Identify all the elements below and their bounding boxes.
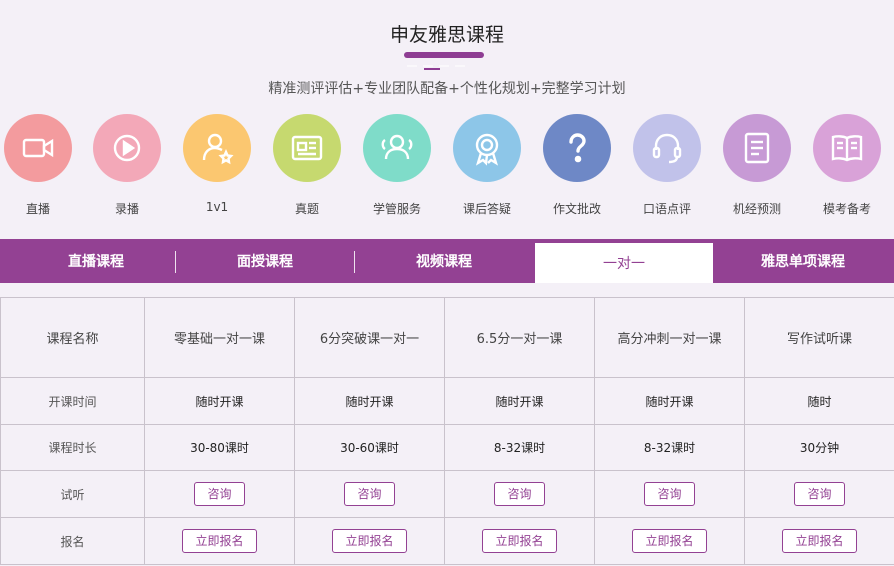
consult-button[interactable]: 咨询 bbox=[794, 482, 845, 506]
table-cell: 立即报名 bbox=[444, 517, 595, 565]
feature-label: 1v1 bbox=[205, 200, 229, 214]
table-cell: 咨询 bbox=[744, 470, 894, 518]
feature-item-qa[interactable]: 课后答疑 bbox=[442, 114, 532, 217]
consult-button[interactable]: 咨询 bbox=[644, 482, 695, 506]
feature-label: 模考备考 bbox=[822, 202, 871, 216]
feature-label: 真题 bbox=[294, 202, 319, 216]
tab-face-to-face[interactable]: 面授课程 bbox=[176, 239, 354, 283]
table-row: 课程时长 30-80课时 30-60课时 8-32课时 8-32课时 30分钟 bbox=[0, 424, 894, 471]
course-name: 零基础一对一课 bbox=[144, 297, 295, 378]
signup-button[interactable]: 立即报名 bbox=[182, 529, 257, 553]
signup-button[interactable]: 立即报名 bbox=[632, 529, 707, 553]
table-cell: 随时开课 bbox=[294, 377, 445, 425]
video-camera-icon bbox=[4, 114, 72, 182]
signup-button[interactable]: 立即报名 bbox=[482, 529, 557, 553]
tab-one-on-one[interactable]: 一对一 bbox=[535, 243, 713, 283]
table-header-row: 课程名称 零基础一对一课 6分突破课一对一 6.5分一对一课 高分冲刺一对一课 … bbox=[0, 297, 894, 378]
tab-single-subject[interactable]: 雅思单项课程 bbox=[714, 239, 892, 283]
signup-button[interactable]: 立即报名 bbox=[332, 529, 407, 553]
feature-item-mock-exam[interactable]: 模考备考 bbox=[802, 114, 892, 217]
table-cell: 咨询 bbox=[144, 470, 295, 518]
table-cell: 8-32课时 bbox=[444, 424, 595, 471]
table-cell: 30-60课时 bbox=[294, 424, 445, 471]
row-label: 课程时长 bbox=[0, 424, 145, 471]
course-name: 6.5分一对一课 bbox=[444, 297, 595, 378]
tab-video-courses[interactable]: 视频课程 bbox=[355, 239, 533, 283]
table-row: 开课时间 随时开课 随时开课 随时开课 随时开课 随时 bbox=[0, 377, 894, 425]
badge-icon bbox=[453, 114, 521, 182]
feature-icons: 直播 录播 1v1 真题 学管服务 课后答疑 作文批改 口语点评 机经预测 模考… bbox=[0, 114, 894, 224]
table-cell: 咨询 bbox=[594, 470, 745, 518]
question-icon bbox=[543, 114, 611, 182]
course-name-label: 课程名称 bbox=[0, 297, 145, 378]
feature-item-1v1[interactable]: 1v1 bbox=[172, 114, 262, 214]
table-cell: 30-80课时 bbox=[144, 424, 295, 471]
consult-button[interactable]: 咨询 bbox=[194, 482, 245, 506]
book-icon bbox=[813, 114, 881, 182]
feature-item-real-exam[interactable]: 真题 bbox=[262, 114, 352, 217]
document-card-icon bbox=[273, 114, 341, 182]
row-label: 报名 bbox=[0, 517, 145, 565]
page-title: 申友雅思课程 bbox=[389, 24, 504, 46]
feature-item-live[interactable]: 直播 bbox=[0, 114, 83, 217]
table-row: 试听 咨询 咨询 咨询 咨询 咨询 bbox=[0, 470, 894, 518]
course-name: 6分突破课一对一 bbox=[294, 297, 445, 378]
table-cell: 30分钟 bbox=[744, 424, 894, 471]
feature-label: 课后答疑 bbox=[462, 202, 511, 216]
play-icon bbox=[93, 114, 161, 182]
feature-label: 机经预测 bbox=[732, 202, 781, 216]
course-tabs: 直播课程 面授课程 视频课程 一对一 雅思单项课程 bbox=[0, 239, 894, 283]
course-name: 高分冲刺一对一课 bbox=[594, 297, 745, 378]
feature-item-speaking[interactable]: 口语点评 bbox=[622, 114, 712, 217]
document-list-icon bbox=[723, 114, 791, 182]
team-icon bbox=[363, 114, 431, 182]
title-underline-bar bbox=[404, 52, 484, 67]
row-label: 试听 bbox=[0, 470, 145, 518]
table-cell: 随时 bbox=[744, 377, 894, 425]
title-dash bbox=[424, 68, 440, 70]
page-subtitle: 精准测评评估+专业团队配备+个性化规划+完整学习计划 bbox=[268, 81, 626, 97]
table-cell: 立即报名 bbox=[594, 517, 745, 565]
course-name: 写作试听课 bbox=[744, 297, 894, 378]
headset-icon bbox=[633, 114, 701, 182]
feature-item-prediction[interactable]: 机经预测 bbox=[712, 114, 802, 217]
table-cell: 咨询 bbox=[444, 470, 595, 518]
table-cell: 咨询 bbox=[294, 470, 445, 518]
feature-label: 口语点评 bbox=[642, 202, 691, 216]
tab-live-courses[interactable]: 直播课程 bbox=[7, 239, 185, 283]
signup-button[interactable]: 立即报名 bbox=[782, 529, 857, 553]
consult-button[interactable]: 咨询 bbox=[344, 482, 395, 506]
table-cell: 立即报名 bbox=[744, 517, 894, 565]
table-cell: 立即报名 bbox=[294, 517, 445, 565]
table-cell: 随时开课 bbox=[444, 377, 595, 425]
table-cell: 随时开课 bbox=[594, 377, 745, 425]
user-star-icon bbox=[183, 114, 251, 182]
feature-label: 录播 bbox=[114, 202, 139, 216]
feature-item-essay[interactable]: 作文批改 bbox=[532, 114, 622, 217]
table-row: 报名 立即报名 立即报名 立即报名 立即报名 立即报名 bbox=[0, 517, 894, 565]
table-cell: 8-32课时 bbox=[594, 424, 745, 471]
feature-label: 直播 bbox=[25, 202, 50, 216]
feature-item-recorded[interactable]: 录播 bbox=[82, 114, 172, 217]
feature-label: 学管服务 bbox=[372, 202, 421, 216]
course-table: 课程名称 零基础一对一课 6分突破课一对一 6.5分一对一课 高分冲刺一对一课 … bbox=[0, 297, 894, 565]
table-cell: 立即报名 bbox=[144, 517, 295, 565]
feature-item-management[interactable]: 学管服务 bbox=[352, 114, 442, 217]
table-cell: 随时开课 bbox=[144, 377, 295, 425]
feature-label: 作文批改 bbox=[552, 202, 601, 216]
row-label: 开课时间 bbox=[0, 377, 145, 425]
consult-button[interactable]: 咨询 bbox=[494, 482, 545, 506]
